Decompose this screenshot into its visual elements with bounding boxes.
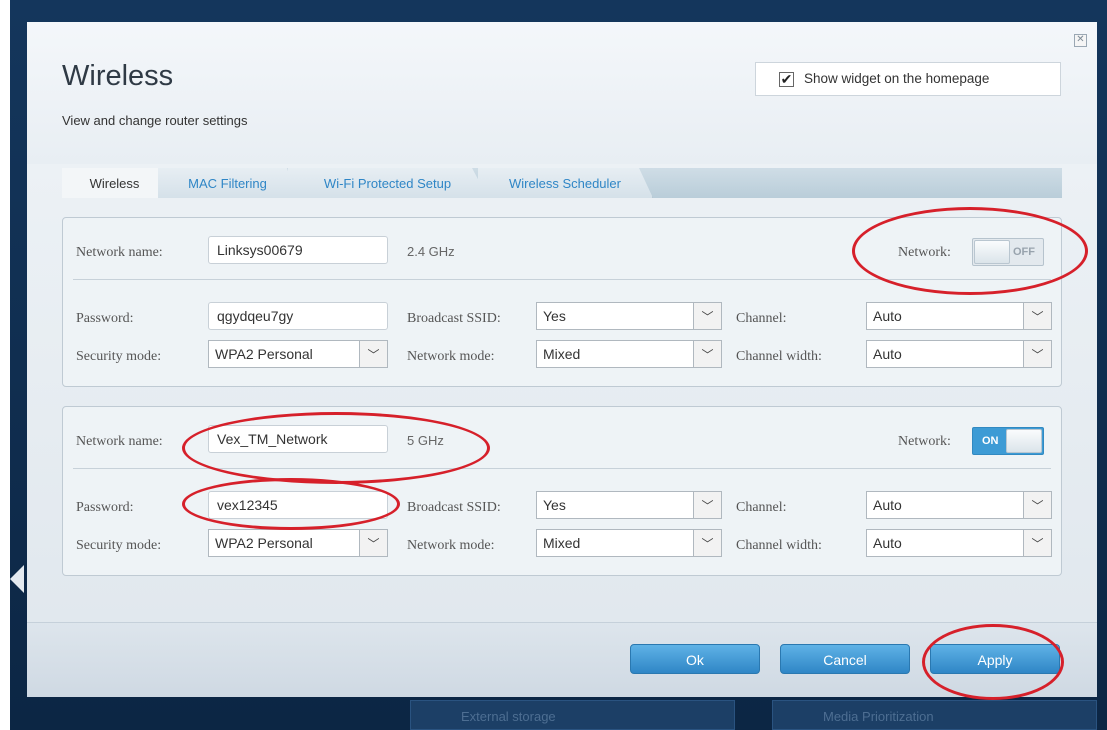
- network-label: Network:: [898, 245, 951, 260]
- apply-button[interactable]: Apply: [930, 644, 1060, 674]
- password-label: Password:: [76, 311, 134, 326]
- network-mode-select[interactable]: Mixed ﹀: [536, 340, 722, 368]
- broadcast-ssid-label: Broadcast SSID:: [407, 500, 501, 515]
- chevron-down-icon: ﹀: [359, 530, 387, 556]
- channel-label: Channel:: [736, 311, 787, 326]
- broadcast-ssid-label: Broadcast SSID:: [407, 311, 501, 326]
- chevron-down-icon: ﹀: [1023, 303, 1051, 329]
- network-label: Network:: [898, 434, 951, 449]
- toggle-knob: [1006, 429, 1042, 453]
- tab-bar: Wireless MAC Filtering Wi-Fi Protected S…: [62, 168, 1062, 198]
- channel-width-select[interactable]: Auto ﹀: [866, 340, 1052, 368]
- band-panel-5ghz: Network name: Vex_TM_Network 5 GHz Netwo…: [62, 406, 1062, 576]
- tab-wireless[interactable]: Wireless: [62, 168, 168, 198]
- password-label: Password:: [76, 500, 134, 515]
- show-widget-label: Show widget on the homepage: [804, 71, 990, 86]
- chevron-down-icon: ﹀: [359, 341, 387, 367]
- security-mode-select[interactable]: WPA2 Personal ﹀: [208, 529, 388, 557]
- page-subtitle: View and change router settings: [62, 113, 248, 128]
- password-field[interactable]: vex12345: [208, 491, 388, 519]
- toggle-knob: [974, 240, 1010, 264]
- security-mode-value: WPA2 Personal: [215, 535, 313, 551]
- chevron-down-icon: ﹀: [693, 303, 721, 329]
- tab-mac-filtering[interactable]: MAC Filtering: [158, 168, 298, 198]
- network-name-field[interactable]: Vex_TM_Network: [208, 425, 388, 453]
- network-mode-value: Mixed: [543, 535, 581, 551]
- channel-value: Auto: [873, 308, 902, 324]
- toggle-state: OFF: [1013, 246, 1035, 258]
- background-tile-external-storage: External storage: [410, 700, 735, 730]
- broadcast-ssid-value: Yes: [543, 308, 566, 324]
- network-mode-label: Network mode:: [407, 349, 495, 364]
- network-toggle[interactable]: ON: [972, 427, 1044, 455]
- security-mode-select[interactable]: WPA2 Personal ﹀: [208, 340, 388, 368]
- broadcast-ssid-select[interactable]: Yes ﹀: [536, 491, 722, 519]
- toggle-state: ON: [982, 435, 999, 447]
- broadcast-ssid-select[interactable]: Yes ﹀: [536, 302, 722, 330]
- chevron-down-icon: ﹀: [1023, 530, 1051, 556]
- frequency-label: 5 GHz: [407, 433, 444, 448]
- network-toggle[interactable]: OFF: [972, 238, 1044, 266]
- network-mode-label: Network mode:: [407, 538, 495, 553]
- channel-width-label: Channel width:: [736, 538, 822, 553]
- channel-width-label: Channel width:: [736, 349, 822, 364]
- background-nav-arrow-icon[interactable]: [10, 565, 24, 593]
- wireless-dialog: ✕ Wireless View and change router settin…: [27, 22, 1097, 697]
- security-mode-label: Security mode:: [76, 538, 162, 553]
- security-mode-value: WPA2 Personal: [215, 346, 313, 362]
- network-name-label: Network name:: [76, 434, 163, 449]
- channel-select[interactable]: Auto ﹀: [866, 491, 1052, 519]
- show-widget-checkbox[interactable]: ✔: [779, 72, 794, 87]
- password-field[interactable]: qgydqeu7gy: [208, 302, 388, 330]
- security-mode-label: Security mode:: [76, 349, 162, 364]
- channel-width-value: Auto: [873, 535, 902, 551]
- channel-select[interactable]: Auto ﹀: [866, 302, 1052, 330]
- band-panel-2-4ghz: Network name: Linksys00679 2.4 GHz Netwo…: [62, 217, 1062, 387]
- frequency-label: 2.4 GHz: [407, 244, 455, 259]
- channel-width-value: Auto: [873, 346, 902, 362]
- chevron-down-icon: ﹀: [693, 492, 721, 518]
- broadcast-ssid-value: Yes: [543, 497, 566, 513]
- tab-wireless-scheduler[interactable]: Wireless Scheduler: [478, 168, 653, 198]
- channel-width-select[interactable]: Auto ﹀: [866, 529, 1052, 557]
- chevron-down-icon: ﹀: [1023, 341, 1051, 367]
- background-tile-media-prioritization: Media Prioritization: [772, 700, 1097, 730]
- cancel-button[interactable]: Cancel: [780, 644, 910, 674]
- page-title: Wireless: [62, 60, 174, 92]
- chevron-down-icon: ﹀: [693, 530, 721, 556]
- ok-button[interactable]: Ok: [630, 644, 760, 674]
- chevron-down-icon: ﹀: [693, 341, 721, 367]
- network-name-label: Network name:: [76, 245, 163, 260]
- divider: [73, 468, 1051, 469]
- divider: [73, 279, 1051, 280]
- tab-wifi-protected-setup[interactable]: Wi-Fi Protected Setup: [288, 168, 488, 198]
- channel-value: Auto: [873, 497, 902, 513]
- chevron-down-icon: ﹀: [1023, 492, 1051, 518]
- network-mode-value: Mixed: [543, 346, 581, 362]
- network-mode-select[interactable]: Mixed ﹀: [536, 529, 722, 557]
- channel-label: Channel:: [736, 500, 787, 515]
- close-icon[interactable]: ✕: [1074, 34, 1087, 47]
- network-name-field[interactable]: Linksys00679: [208, 236, 388, 264]
- background-edge: [0, 0, 10, 730]
- show-widget-option[interactable]: ✔ Show widget on the homepage: [755, 62, 1061, 96]
